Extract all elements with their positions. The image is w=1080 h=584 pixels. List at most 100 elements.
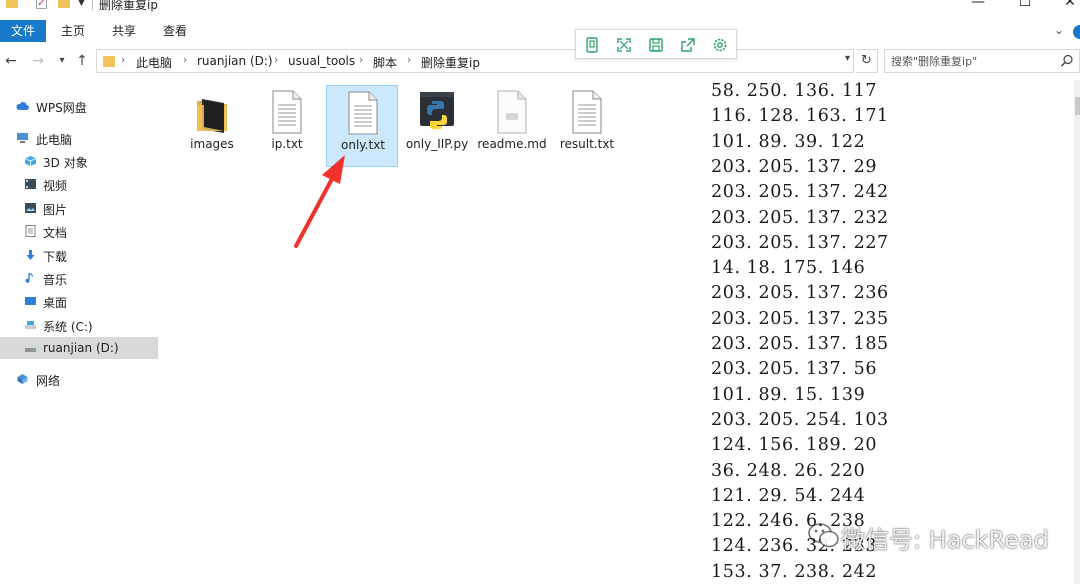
sidebar-item-label: 视频 bbox=[43, 179, 68, 193]
close-icon[interactable]: ✕ bbox=[1055, 0, 1080, 12]
chevron-right-icon[interactable]: › bbox=[407, 53, 411, 66]
preview-line: 116. 128. 163. 171 bbox=[711, 106, 889, 127]
chevron-right-icon[interactable]: › bbox=[274, 53, 278, 66]
cube-icon bbox=[24, 156, 37, 166]
file-item-ip-txt[interactable]: ip.txt bbox=[251, 85, 323, 167]
search-icon[interactable] bbox=[1059, 53, 1075, 69]
folder-icon bbox=[197, 99, 227, 133]
sidebar-item-videos[interactable]: 视频 bbox=[0, 173, 158, 195]
preview-line: 203. 205. 137. 242 bbox=[711, 182, 889, 203]
music-icon bbox=[25, 272, 34, 283]
preview-line: 36. 248. 26. 220 bbox=[711, 460, 866, 481]
file-item-images[interactable]: images bbox=[176, 85, 248, 167]
network-icon bbox=[17, 374, 28, 384]
file-item-only-iip-py[interactable]: only_IIP.py bbox=[401, 85, 473, 167]
help-icon[interactable] bbox=[1073, 25, 1080, 39]
sidebar-item-label: ruanjian (D:) bbox=[43, 341, 119, 355]
tab-file[interactable]: 文件 bbox=[0, 20, 47, 42]
fullscreen-icon[interactable] bbox=[615, 36, 633, 54]
settings-icon[interactable] bbox=[711, 36, 729, 54]
sidebar-item-3d-objects[interactable]: 3D 对象 bbox=[0, 150, 158, 172]
breadcrumb-drive[interactable]: ruanjian (D:) bbox=[197, 54, 273, 68]
drive-icon bbox=[25, 348, 36, 352]
chevron-right-icon[interactable]: › bbox=[121, 53, 125, 66]
minimize-icon[interactable]: — bbox=[963, 0, 993, 12]
markdown-file-icon bbox=[497, 90, 527, 134]
preview-line: 203. 205. 137. 227 bbox=[711, 232, 889, 253]
forward-icon[interactable]: → bbox=[29, 52, 47, 70]
search-box[interactable] bbox=[884, 49, 1080, 73]
recent-locations-icon[interactable]: ▾ bbox=[53, 52, 71, 70]
scrollbar-thumb[interactable] bbox=[1075, 97, 1080, 115]
title-divider bbox=[92, 0, 93, 10]
address-bar[interactable]: › 此电脑 › ruanjian (D:) › usual_tools › 脚本… bbox=[96, 49, 854, 73]
tab-view[interactable]: 查看 bbox=[152, 20, 198, 42]
search-input[interactable] bbox=[891, 53, 1051, 69]
preview-line: 203. 205. 137. 232 bbox=[711, 207, 889, 228]
document-icon bbox=[25, 225, 36, 237]
back-icon[interactable]: ← bbox=[2, 52, 20, 70]
sidebar-item-music[interactable]: 音乐 bbox=[0, 267, 158, 289]
folder-icon[interactable] bbox=[6, 0, 18, 8]
sidebar-item-pictures[interactable]: 图片 bbox=[0, 197, 158, 219]
new-folder-icon[interactable] bbox=[58, 0, 70, 8]
title-bar: ✓ ▼ 删除重复ip — ☐ ✕ bbox=[0, 0, 1080, 14]
window-title: 删除重复ip bbox=[99, 0, 158, 12]
share-icon[interactable] bbox=[679, 36, 697, 54]
sidebar-item-label: 此电脑 bbox=[36, 133, 73, 147]
preview-scrollbar[interactable] bbox=[1074, 80, 1080, 584]
wechat-icon bbox=[808, 523, 839, 548]
computer-icon bbox=[17, 133, 28, 143]
save-icon[interactable] bbox=[647, 36, 665, 54]
file-item-readme-md[interactable]: readme.md bbox=[476, 85, 548, 167]
properties-icon[interactable]: ✓ bbox=[36, 0, 47, 9]
sidebar-item-label: 3D 对象 bbox=[43, 156, 88, 170]
preview-line: 124. 156. 189. 20 bbox=[711, 435, 878, 456]
tab-home[interactable]: 主页 bbox=[50, 20, 96, 42]
ribbon-tabs: 文件 主页 共享 查看 ⌄ bbox=[0, 20, 1080, 44]
text-file-icon bbox=[272, 90, 302, 134]
sidebar-item-drive-d[interactable]: ruanjian (D:) bbox=[0, 337, 158, 359]
up-icon[interactable]: ↑ bbox=[73, 52, 91, 70]
sidebar-item-desktop[interactable]: 桌面 bbox=[0, 290, 158, 312]
download-icon bbox=[26, 250, 35, 260]
file-list: images ip.txt only.txt only_IIP.py readm… bbox=[160, 80, 705, 584]
sidebar-item-downloads[interactable]: 下载 bbox=[0, 244, 158, 266]
chevron-right-icon[interactable]: › bbox=[359, 53, 363, 66]
maximize-icon[interactable]: ☐ bbox=[1010, 0, 1040, 12]
breadcrumb-current[interactable]: 删除重复ip bbox=[421, 54, 480, 71]
preview-line: 121. 29. 54. 244 bbox=[711, 485, 866, 506]
sidebar-item-label: 图片 bbox=[43, 203, 68, 217]
copy-icon[interactable] bbox=[583, 36, 601, 54]
folder-icon bbox=[103, 56, 115, 67]
breadcrumb-this-pc[interactable]: 此电脑 bbox=[136, 54, 172, 71]
sidebar-item-network[interactable]: 网络 bbox=[0, 368, 158, 390]
refresh-icon[interactable]: ↻ bbox=[856, 49, 878, 73]
sidebar-item-documents[interactable]: 文档 bbox=[0, 220, 158, 242]
tab-share[interactable]: 共享 bbox=[101, 20, 147, 42]
sidebar-item-this-pc[interactable]: 此电脑 bbox=[0, 127, 158, 149]
floating-toolbar bbox=[575, 29, 737, 59]
sidebar-item-drive-c[interactable]: 系统 (C:) bbox=[0, 314, 158, 336]
address-history-icon[interactable]: ▾ bbox=[845, 53, 850, 64]
breadcrumb-usual-tools[interactable]: usual_tools bbox=[288, 54, 355, 68]
sidebar-item-label: 文档 bbox=[43, 226, 68, 240]
picture-icon bbox=[25, 203, 36, 213]
file-name: only.txt bbox=[341, 138, 385, 152]
file-name: result.txt bbox=[559, 137, 615, 151]
text-file-icon bbox=[572, 90, 602, 134]
sidebar-item-label: 音乐 bbox=[43, 273, 68, 287]
video-icon bbox=[25, 179, 36, 189]
file-item-result-txt[interactable]: result.txt bbox=[551, 85, 623, 167]
breadcrumb-scripts[interactable]: 脚本 bbox=[373, 54, 397, 71]
sidebar-item-wps-cloud[interactable]: WPS网盘 bbox=[0, 95, 158, 117]
file-name: ip.txt bbox=[271, 137, 303, 151]
ribbon-expand-icon[interactable]: ⌄ bbox=[1054, 23, 1064, 37]
file-name: images bbox=[190, 137, 234, 151]
preview-line: 203. 205. 137. 29 bbox=[711, 156, 878, 177]
customize-quick-access-icon[interactable]: ▼ bbox=[78, 0, 85, 8]
file-item-only-txt[interactable]: only.txt bbox=[326, 85, 398, 167]
chevron-right-icon[interactable]: › bbox=[183, 53, 187, 66]
sidebar-item-label: 网络 bbox=[36, 374, 61, 388]
preview-line: 58. 250. 136. 117 bbox=[711, 81, 878, 101]
